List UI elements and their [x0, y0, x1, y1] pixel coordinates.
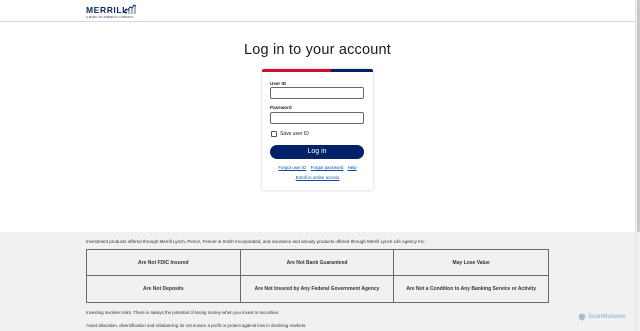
- page-scrollbar[interactable]: [635, 0, 640, 331]
- login-card: User ID Password Save user ID Log in For…: [262, 69, 373, 190]
- disclosure-cell: Are Not FDIC Insured: [87, 250, 241, 276]
- risk-note: Investing involves risks. There is alway…: [86, 310, 280, 315]
- enroll-row: Enroll in online access: [262, 175, 373, 180]
- footer: Investment products offered through Merr…: [0, 232, 635, 331]
- shield-icon: [578, 313, 586, 321]
- disclosure-table: Are Not FDIC Insured Are Not Bank Guaran…: [86, 249, 549, 303]
- password-input[interactable]: [270, 112, 364, 124]
- user-id-label: User ID: [270, 81, 287, 86]
- card-accent-red: [262, 69, 331, 72]
- page-title: Log in to your account: [243, 42, 392, 58]
- scanmalware-watermark: ScanMalware: [578, 312, 626, 322]
- disclosure-cell: Are Not a Condition to Any Banking Servi…: [406, 286, 536, 292]
- save-user-id-label[interactable]: Save user ID: [280, 131, 309, 137]
- logo-wordmark: MERRILL: [86, 5, 128, 15]
- login-button[interactable]: Log in: [270, 145, 364, 159]
- watermark-text: ScanMalware: [588, 314, 627, 320]
- disclosure-cell: Are Not Bank Guaranteed: [240, 250, 395, 276]
- disclosure-cell: Are Not Deposits: [87, 276, 241, 302]
- user-id-input[interactable]: [270, 87, 364, 99]
- save-user-id-checkbox[interactable]: [271, 131, 277, 137]
- allocation-note: Asset allocation, diversification and re…: [86, 323, 307, 328]
- investment-disclaimer: Investment products offered through Merr…: [86, 239, 427, 244]
- disclosure-cell: May Lose Value: [394, 250, 548, 276]
- disclosure-cell: Are Not Insured by Any Federal Governmen…: [241, 276, 395, 302]
- password-label: Password: [270, 105, 292, 110]
- bull-icon: [123, 4, 137, 14]
- help-links: Forgot user ID Forgot password Help: [262, 165, 373, 170]
- card-accent-blue: [331, 69, 373, 72]
- merrill-logo[interactable]: MERRILL A BANK OF AMERICA COMPANY: [86, 3, 146, 19]
- help-link[interactable]: Help: [348, 165, 357, 170]
- site-header: MERRILL A BANK OF AMERICA COMPANY: [0, 0, 635, 22]
- logo-subtext: A BANK OF AMERICA COMPANY: [86, 15, 134, 19]
- enroll-link[interactable]: Enroll in online access: [296, 175, 340, 180]
- forgot-password-link[interactable]: Forgot password: [311, 165, 344, 170]
- forgot-user-id-link[interactable]: Forgot user ID: [278, 165, 306, 170]
